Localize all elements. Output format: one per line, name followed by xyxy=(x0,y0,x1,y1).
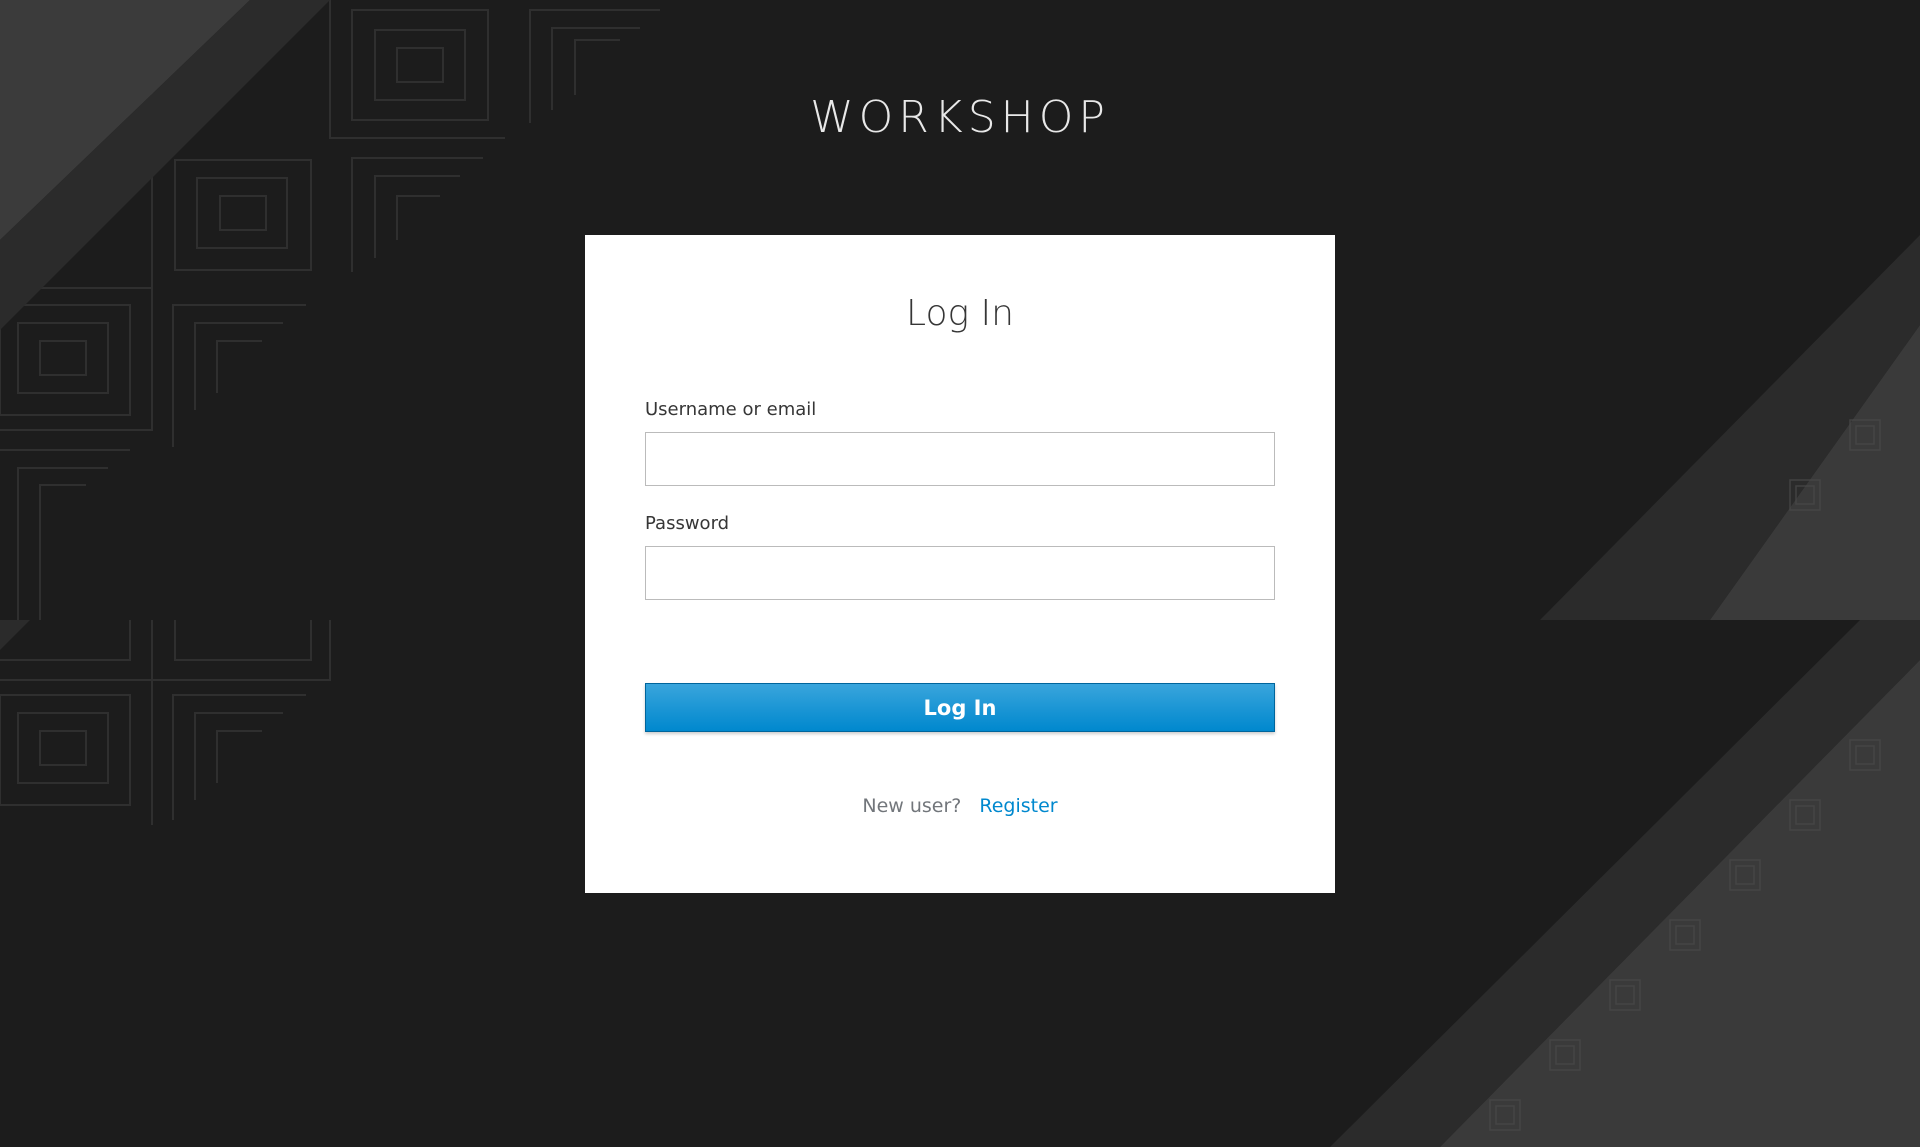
new-user-text: New user? xyxy=(862,795,962,817)
password-input[interactable] xyxy=(645,546,1275,600)
username-input[interactable] xyxy=(645,432,1275,486)
login-card: Log In Username or email Password Log In… xyxy=(585,235,1335,893)
password-label: Password xyxy=(645,513,730,534)
login-button[interactable]: Log In xyxy=(645,683,1275,732)
login-heading: Log In xyxy=(906,293,1014,334)
register-row: New user? Register xyxy=(585,795,1335,817)
register-link[interactable]: Register xyxy=(979,795,1057,817)
brand-title: WORKSHOP xyxy=(810,92,1110,143)
username-label: Username or email xyxy=(645,399,817,420)
